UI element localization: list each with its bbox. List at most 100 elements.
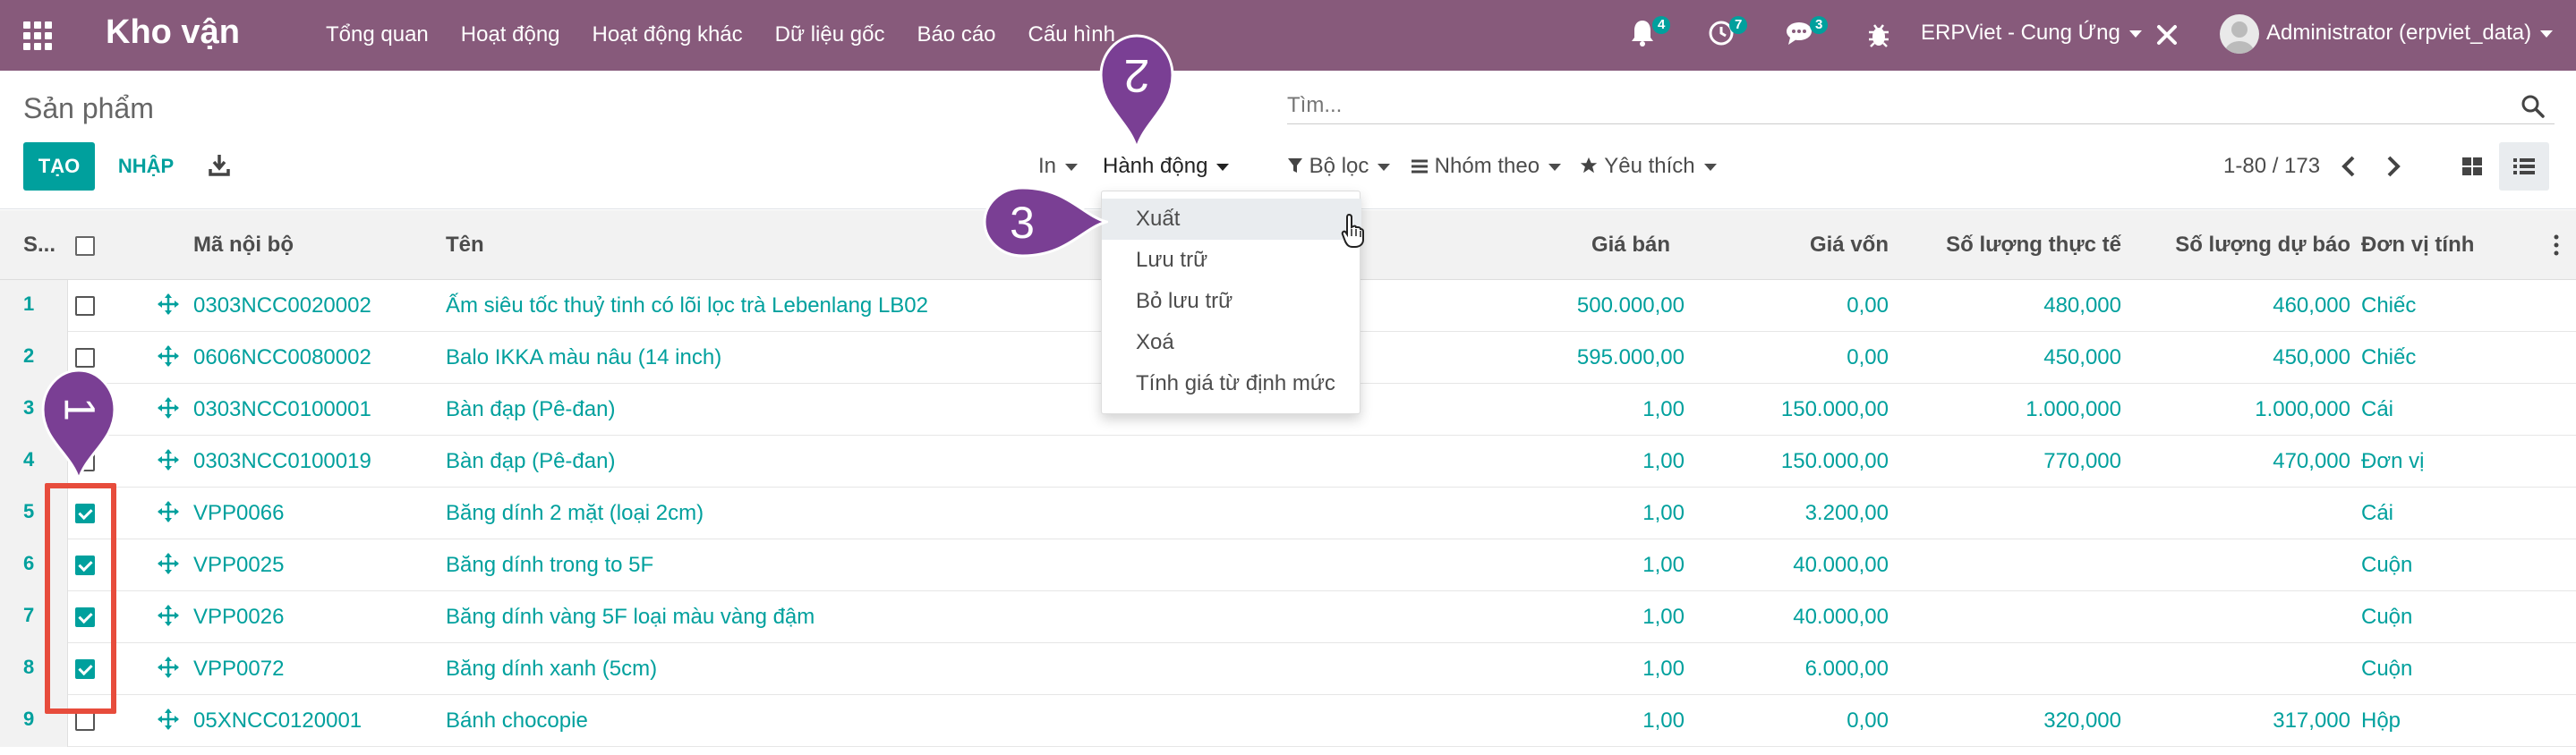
header-qty-onhand[interactable]: Số lượng thực tế bbox=[1898, 232, 2121, 259]
table-row[interactable]: 7 VPP0026 Băng dính vàng 5F loại màu vàng … bbox=[0, 591, 2576, 643]
menu-item-overview[interactable]: Tổng quan bbox=[326, 20, 429, 50]
drag-handle-icon[interactable] bbox=[158, 605, 179, 626]
row-checkbox[interactable] bbox=[75, 711, 95, 731]
control-panel: Sản phẩm TẠO NHẬP In Hành động Bộ lọc Nh… bbox=[0, 71, 2576, 209]
table-row[interactable]: 4 0303NCC0100019 Bàn đạp (Pê-đan) 1,00 150.0… bbox=[0, 436, 2576, 488]
hand-pointer-icon bbox=[1341, 213, 1364, 248]
row-sequence: 6 bbox=[23, 552, 35, 574]
row-checkbox[interactable] bbox=[75, 296, 95, 316]
table-row[interactable]: 5 VPP0066 Băng dính 2 mặt (loại 2cm) 1,00 3.… bbox=[0, 488, 2576, 539]
header-name[interactable]: Tên bbox=[446, 232, 484, 259]
sale-price: 1,00 bbox=[1642, 449, 1685, 473]
user-avatar-icon bbox=[2225, 21, 2254, 54]
table-row[interactable]: 6 VPP0025 Băng dính trong to 5F 1,00 40.000,… bbox=[0, 539, 2576, 591]
sale-price: 500.000,00 bbox=[1576, 293, 1685, 318]
header-uom[interactable]: Đơn vị tính bbox=[2361, 232, 2474, 259]
search-input[interactable] bbox=[1287, 89, 2486, 123]
user-menu[interactable]: Administrator (erpviet_data) bbox=[2266, 18, 2554, 48]
breadcrumb: Sản phẩm bbox=[23, 92, 154, 124]
column-options-icon[interactable] bbox=[2553, 233, 2560, 257]
app-title: Kho vận bbox=[106, 13, 240, 51]
download-icon[interactable] bbox=[208, 153, 231, 178]
main-menu: Tổng quan Hoạt động Hoạt động khác Dữ li… bbox=[326, 20, 1147, 50]
filter-dropdown[interactable]: Bộ lọc bbox=[1287, 153, 1391, 180]
table-row[interactable]: 9 05XNCC0120001 Bánh chocopie 1,00 0,00 320,0… bbox=[0, 695, 2576, 747]
header-seq[interactable]: S... bbox=[23, 232, 55, 259]
sale-price: 1,00 bbox=[1642, 605, 1685, 629]
drag-handle-icon[interactable] bbox=[158, 345, 179, 367]
create-button[interactable]: TẠO bbox=[23, 142, 95, 191]
tools-icon[interactable] bbox=[2155, 23, 2179, 47]
action-compute-price-from-bom[interactable]: Tính giá từ định mức bbox=[1102, 363, 1361, 404]
print-dropdown[interactable]: In bbox=[1038, 153, 1079, 180]
unit-of-measure: Đơn vị bbox=[2361, 449, 2425, 473]
select-all-checkbox[interactable] bbox=[75, 236, 95, 256]
chevron-down-icon bbox=[1065, 163, 1079, 171]
chevron-down-icon bbox=[1216, 163, 1230, 171]
company-switcher[interactable]: ERPViet - Cung Ứng bbox=[1921, 18, 2142, 48]
groupby-dropdown[interactable]: Nhóm theo bbox=[1411, 153, 1562, 180]
qty-onhand: 320,000 bbox=[2043, 708, 2121, 733]
product-name: Bàn đạp (Pê-đan) bbox=[446, 397, 616, 421]
chevron-right-icon[interactable] bbox=[2384, 155, 2402, 178]
apps-menu-icon[interactable] bbox=[23, 21, 52, 50]
action-archive[interactable]: Lưu trữ bbox=[1102, 240, 1361, 281]
drag-handle-icon[interactable] bbox=[158, 553, 179, 574]
table-row[interactable]: 8 VPP0072 Băng dính xanh (5cm) 1,00 6.000,00… bbox=[0, 643, 2576, 695]
cost-price: 0,00 bbox=[1847, 345, 1889, 369]
list-view-button[interactable] bbox=[2499, 142, 2549, 191]
product-code: 05XNCC0120001 bbox=[193, 708, 363, 733]
avatar[interactable] bbox=[2220, 14, 2259, 54]
chevron-left-icon[interactable] bbox=[2340, 155, 2358, 178]
menu-item-other-operations[interactable]: Hoạt động khác bbox=[593, 20, 743, 50]
import-button[interactable]: NHẬP bbox=[106, 142, 186, 191]
action-delete[interactable]: Xoá bbox=[1102, 322, 1361, 363]
row-sequence: 4 bbox=[23, 448, 35, 471]
list-icon bbox=[1412, 159, 1428, 174]
chevron-down-icon bbox=[1548, 163, 1562, 171]
drag-handle-icon[interactable] bbox=[158, 708, 179, 730]
step-marker-3: 3 bbox=[981, 184, 1112, 264]
drag-handle-icon[interactable] bbox=[158, 657, 179, 678]
action-export[interactable]: Xuất bbox=[1102, 199, 1361, 240]
qty-forecast: 470,000 bbox=[2273, 449, 2350, 473]
drag-handle-icon[interactable] bbox=[158, 501, 179, 522]
drag-handle-icon[interactable] bbox=[158, 397, 179, 419]
row-sequence: 7 bbox=[23, 604, 35, 626]
qty-forecast: 450,000 bbox=[2273, 345, 2350, 369]
drag-handle-icon[interactable] bbox=[158, 293, 179, 315]
search-bar bbox=[1287, 89, 2555, 124]
qty-forecast: 317,000 bbox=[2273, 708, 2350, 733]
cost-price: 40.000,00 bbox=[1793, 605, 1889, 629]
drag-handle-icon[interactable] bbox=[158, 449, 179, 471]
action-unarchive[interactable]: Bỏ lưu trữ bbox=[1102, 281, 1361, 322]
product-name: Balo IKKA màu nâu (14 inch) bbox=[446, 345, 722, 369]
menu-item-reporting[interactable]: Báo cáo bbox=[917, 20, 995, 50]
header-sale-price[interactable]: Giá bán bbox=[1522, 232, 1670, 259]
favorites-dropdown[interactable]: Yêu thích bbox=[1579, 153, 1717, 180]
header-cost[interactable]: Giá vốn bbox=[1701, 232, 1889, 259]
debug-bug-icon[interactable] bbox=[1867, 21, 1890, 48]
row-checkbox[interactable] bbox=[75, 348, 95, 368]
product-code: VPP0066 bbox=[193, 501, 285, 525]
unit-of-measure: Chiếc bbox=[2361, 345, 2417, 369]
action-dropdown[interactable]: Hành động bbox=[1103, 153, 1230, 180]
menu-item-master-data[interactable]: Dữ liệu gốc bbox=[775, 20, 885, 50]
product-name: Băng dính xanh (5cm) bbox=[446, 657, 658, 681]
filter-icon bbox=[1288, 158, 1302, 173]
cost-price: 3.200,00 bbox=[1804, 501, 1889, 525]
cost-price: 40.000,00 bbox=[1793, 553, 1889, 577]
header-qty-forecast[interactable]: Số lượng dự báo bbox=[2130, 232, 2350, 259]
pager-value[interactable]: 1-80 / 173 bbox=[2223, 153, 2320, 180]
qty-forecast: 460,000 bbox=[2273, 293, 2350, 318]
step-marker-1: 1 bbox=[39, 367, 118, 486]
header-code[interactable]: Mã nội bộ bbox=[193, 232, 294, 259]
search-icon[interactable] bbox=[2521, 94, 2546, 119]
kanban-view-button[interactable] bbox=[2447, 142, 2497, 191]
unit-of-measure: Cuộn bbox=[2361, 657, 2413, 681]
product-code: 0303NCC0020002 bbox=[193, 293, 371, 318]
menu-item-operations[interactable]: Hoạt động bbox=[461, 20, 560, 50]
action-label: Hành động bbox=[1103, 154, 1208, 178]
product-code: 0303NCC0100001 bbox=[193, 397, 371, 421]
product-name: Bàn đạp (Pê-đan) bbox=[446, 449, 616, 473]
